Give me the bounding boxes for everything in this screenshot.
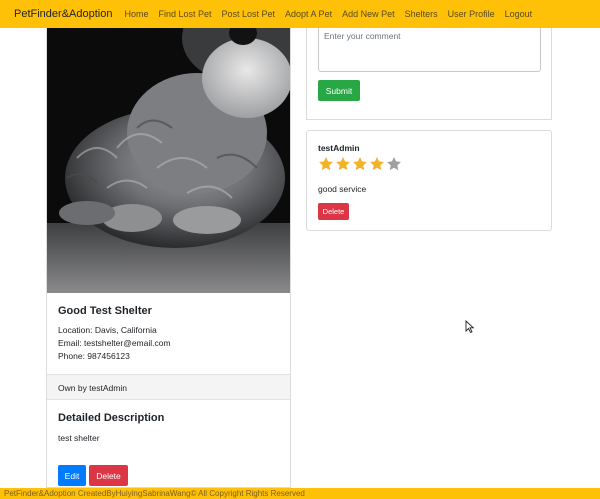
comment-card: Submit	[306, 28, 552, 120]
owner-bar: Own by testAdmin	[47, 374, 290, 400]
submit-button[interactable]: Submit	[318, 80, 360, 101]
comment-input[interactable]	[318, 28, 541, 72]
star-filled-icon	[353, 157, 367, 171]
delete-review-button[interactable]: Delete	[318, 203, 349, 220]
star-filled-icon	[370, 157, 384, 171]
nav-link-home[interactable]: Home	[124, 9, 148, 19]
shelter-card: Good Test Shelter Location: Davis, Calif…	[46, 28, 291, 488]
shelter-email: Email: testshelter@email.com	[58, 338, 171, 348]
description-title: Detailed Description	[58, 412, 165, 424]
review-author: testAdmin	[318, 143, 360, 153]
delete-shelter-button[interactable]: Delete	[89, 465, 128, 486]
nav-link-logout[interactable]: Logout	[505, 9, 533, 19]
star-filled-icon	[336, 157, 350, 171]
review-text: good service	[318, 184, 367, 194]
star-filled-icon	[319, 157, 333, 171]
description-text: test shelter	[58, 433, 100, 443]
owner-text: Own by testAdmin	[58, 383, 127, 393]
mouse-cursor-icon	[465, 320, 474, 333]
nav-link-shelters[interactable]: Shelters	[405, 9, 438, 19]
nav-link-find-lost-pet[interactable]: Find Lost Pet	[158, 9, 211, 19]
nav-link-add-new-pet[interactable]: Add New Pet	[342, 9, 395, 19]
footer: PetFinder&Adoption CreatedByHuiyingSabri…	[0, 488, 600, 499]
edit-button[interactable]: Edit	[58, 465, 86, 486]
nav-link-user-profile[interactable]: User Profile	[448, 9, 495, 19]
shelter-phone: Phone: 987456123	[58, 351, 130, 361]
shelter-name: Good Test Shelter	[58, 305, 152, 317]
footer-text: PetFinder&Adoption CreatedByHuiyingSabri…	[4, 489, 305, 498]
schnauzer-dog-photo	[47, 28, 290, 293]
review-card: testAdmin good service Delete	[306, 130, 552, 231]
shelter-location: Location: Davis, California	[58, 325, 157, 335]
star-empty-icon	[387, 157, 401, 171]
navbar-brand[interactable]: PetFinder&Adoption	[14, 8, 112, 20]
star-rating	[318, 156, 403, 172]
nav-link-post-lost-pet[interactable]: Post Lost Pet	[222, 9, 276, 19]
nav-links: Home Find Lost Pet Post Lost Pet Adopt A…	[124, 9, 542, 19]
navbar: PetFinder&Adoption Home Find Lost Pet Po…	[0, 0, 600, 28]
nav-link-adopt-a-pet[interactable]: Adopt A Pet	[285, 9, 332, 19]
